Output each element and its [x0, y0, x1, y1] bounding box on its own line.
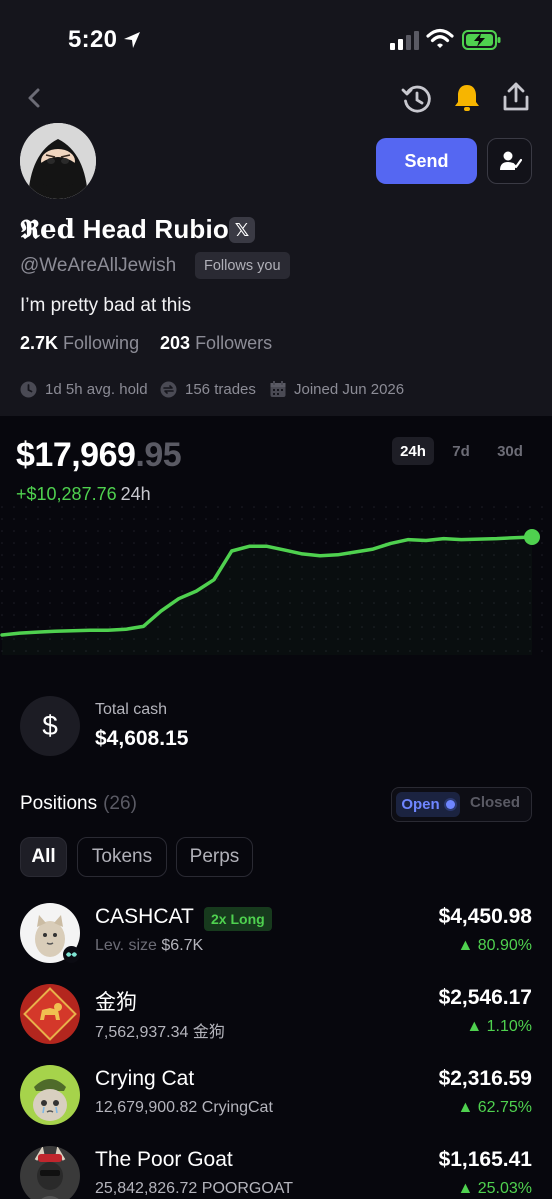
positions-title: Positions (26)	[20, 793, 137, 815]
change-value: +$10,287.76	[16, 484, 117, 504]
filter-perps[interactable]: Perps	[176, 837, 253, 877]
position-change: ▲ 1.10%	[466, 1018, 532, 1035]
location-arrow-icon	[124, 32, 140, 48]
history-icon[interactable]	[400, 82, 434, 116]
battery-charging-icon	[462, 30, 501, 50]
position-change: ▲ 80.90%	[457, 937, 532, 954]
follow-user-button[interactable]	[487, 138, 532, 184]
filter-all[interactable]: All	[20, 837, 67, 877]
clock-icon	[20, 381, 37, 398]
position-value: $1,165.41	[438, 1148, 532, 1171]
following-label: Following	[63, 333, 140, 353]
open-closed-toggle: Open Closed	[391, 787, 532, 822]
chart-endpoint-dot	[524, 529, 540, 545]
calendar-icon	[270, 381, 286, 397]
trades-meta: 156 trades	[160, 381, 256, 398]
lev-size-label: Lev. size	[95, 937, 157, 954]
avatar	[20, 123, 96, 199]
position-name: 金狗	[95, 991, 137, 1014]
joined-text: Joined Jun 2026	[294, 381, 405, 398]
range-tab-24h[interactable]: 24h	[392, 437, 434, 465]
balance-cents: .95	[135, 436, 182, 474]
status-time: 5:20	[68, 26, 118, 53]
x-verified-icon[interactable]: 𝕏	[229, 217, 255, 243]
poor-goat-token-icon	[20, 1146, 80, 1199]
profile-bio: I’m pretty bad at this	[20, 295, 192, 316]
position-name: The Poor Goat	[95, 1148, 233, 1171]
profile-name-rest: Head Rubio	[75, 214, 230, 244]
total-cash-value: $4,608.15	[95, 727, 189, 750]
position-row-poor-goat[interactable]: The Poor Goat 25,842,826.72 POORGOAT $1,…	[0, 1146, 552, 1199]
followers-stat[interactable]: 203 Followers	[160, 333, 272, 354]
cellular-signal-icon	[390, 31, 419, 50]
portfolio-balance: $17,969.95	[16, 436, 182, 475]
back-chevron-icon[interactable]	[22, 84, 48, 112]
change-period: 24h	[120, 484, 151, 504]
range-tab-7d[interactable]: 7d	[444, 437, 478, 465]
hyperliquid-chain-icon	[63, 946, 80, 963]
position-name: CASHCAT	[95, 905, 194, 928]
toggle-open[interactable]: Open	[396, 792, 460, 817]
profile-name-fancy: 𝕽ed	[20, 215, 76, 245]
position-row-jingou[interactable]: 金狗 7,562,937.34 金狗 $2,546.17 ▲ 1.10%	[0, 984, 552, 1064]
profile-handle: @WeAreAllJewish	[20, 255, 177, 276]
avg-hold-text: 1d 5h avg. hold	[45, 381, 148, 398]
leverage-badge: 2x Long	[204, 907, 272, 931]
joined-meta: Joined Jun 2026	[270, 381, 404, 398]
position-value: $4,450.98	[438, 905, 532, 928]
bell-icon[interactable]	[450, 81, 484, 115]
active-dot-icon	[445, 800, 455, 809]
wifi-icon	[426, 28, 454, 48]
share-icon[interactable]	[500, 80, 532, 114]
send-button[interactable]: Send	[376, 138, 477, 184]
swap-icon	[160, 381, 177, 398]
following-stat[interactable]: 2.7K Following	[20, 333, 139, 354]
user-check-icon	[499, 151, 522, 170]
position-change: ▲ 62.75%	[457, 1099, 532, 1116]
lev-size-value: $6.7K	[161, 937, 204, 954]
positions-title-text: Positions	[20, 793, 98, 814]
trades-text: 156 trades	[185, 381, 256, 398]
jingou-token-icon	[20, 984, 80, 1044]
portfolio-change: +$10,287.76 24h	[16, 484, 151, 505]
position-name: Crying Cat	[95, 1067, 195, 1090]
position-value: $2,546.17	[438, 986, 532, 1009]
positions-count: (26)	[103, 793, 137, 814]
position-row-crying-cat[interactable]: Crying Cat 12,679,900.82 CryingCat $2,31…	[0, 1065, 552, 1145]
position-sub: 25,842,826.72 POORGOAT	[95, 1180, 294, 1197]
portfolio-chart[interactable]	[0, 505, 552, 655]
followers-label: Followers	[195, 333, 273, 353]
range-tab-30d[interactable]: 30d	[490, 437, 530, 465]
crying-cat-token-icon	[20, 1065, 80, 1125]
position-change: ▲ 25.03%	[457, 1180, 532, 1197]
profile-name: 𝕽ed Head Rubio	[20, 214, 229, 246]
dollar-icon: $	[20, 696, 80, 756]
follows-you-badge: Follows you	[195, 252, 290, 279]
balance-main: $17,969	[16, 436, 136, 474]
position-row-cashcat[interactable]: CASHCAT Lev. size $6.7K $4,450.98 ▲ 80.9…	[0, 903, 552, 983]
position-sub: 7,562,937.34 金狗	[95, 1024, 225, 1041]
following-count: 2.7K	[20, 333, 59, 353]
filter-tokens[interactable]: Tokens	[77, 837, 167, 877]
followers-count: 203	[160, 333, 191, 353]
toggle-open-label: Open	[401, 796, 440, 813]
position-sub: 12,679,900.82 CryingCat	[95, 1099, 273, 1116]
total-cash-label: Total cash	[95, 701, 168, 718]
position-sub: Lev. size $6.7K	[95, 937, 203, 955]
position-value: $2,316.59	[438, 1067, 532, 1090]
toggle-closed[interactable]: Closed	[470, 794, 520, 811]
avg-hold-meta: 1d 5h avg. hold	[20, 381, 148, 398]
